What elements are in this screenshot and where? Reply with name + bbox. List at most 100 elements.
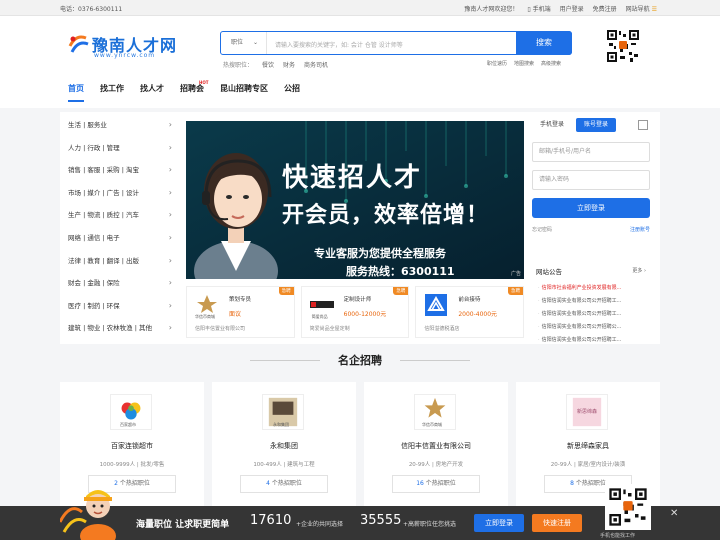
company-name[interactable]: 信阳丰信置业有限公司 [364, 441, 508, 451]
job-logo-text: 简爱尚品 [311, 314, 328, 319]
free-register-link[interactable]: 免费注册 [593, 4, 617, 13]
category-label[interactable]: 建筑 | 物业 | 农林牧渔 | 其他 [68, 324, 152, 332]
notice-item[interactable]: 信阳信润实业有限公司公开招聘工... [538, 297, 646, 310]
banner-subtitle: 开会员，效率倍增！ [282, 203, 490, 228]
company-size: 20-99人 [408, 462, 431, 468]
nav-job-fair[interactable]: 招聘会 HOT [172, 80, 212, 102]
notice-more-link[interactable]: 更多 › [632, 267, 646, 274]
category-label[interactable]: 销售 | 客服 | 采购 | 淘宝 [68, 166, 139, 174]
search-category-select[interactable]: 职位 ⌄ [221, 32, 267, 54]
job-title[interactable]: 前台接待 [458, 295, 480, 303]
tab-phone-login[interactable]: 手机登录 [532, 118, 572, 132]
notice-item[interactable]: 信阳信润实业有限公司公开招聘公... [538, 323, 646, 336]
category-item[interactable]: 销售 | 客服 | 采购 | 淘宝 › [68, 163, 172, 186]
job-company: 信阳丰信置业有限公司 [195, 326, 246, 332]
company-count-label: +企业的共同选择 [296, 521, 344, 528]
nav-find-job[interactable]: 找工作 [92, 82, 132, 102]
nav-find-talent[interactable]: 找人才 [132, 82, 172, 102]
category-label[interactable]: 网络 | 通信 | 电子 [68, 234, 120, 242]
hot-jobs-button[interactable]: 4 个热招职位 [240, 475, 328, 493]
company-name[interactable]: 永和集团 [212, 441, 356, 451]
company-name[interactable]: 新思缔森家具 [516, 441, 660, 451]
search-link[interactable]: 高级搜索 [541, 60, 561, 67]
qr-login-icon[interactable] [638, 120, 648, 130]
job-count: 35555 [360, 513, 402, 528]
site-nav-link[interactable]: 网站导航 ☰ [626, 4, 657, 13]
search-input[interactable]: 请输入要搜索的关键字，如: 会计 仓管 设计师等 [275, 40, 403, 49]
hot-item[interactable]: 商务司机 [304, 60, 328, 69]
category-item[interactable]: 生产 | 物流 | 质控 | 汽车 › [68, 208, 172, 231]
hot-jobs-label: 个热招职位 [271, 480, 302, 487]
notice-item[interactable]: 信阳市社会福利产业投资发展有限... [538, 284, 646, 297]
notice-item[interactable]: 信阳信润实业有限公司公开招聘工... [538, 310, 646, 323]
category-item[interactable]: 网络 | 通信 | 电子 › [68, 231, 172, 254]
search-link[interactable]: 地图搜索 [514, 60, 534, 67]
nav-kunshan[interactable]: 昆山招聘专区 [212, 82, 276, 102]
promo-banner[interactable]: 快速招人才 开会员，效率倍增！ 专业客服为您提供全程服务 服务热线：630011… [186, 121, 524, 279]
bottom-login-button[interactable]: 立即登录 [474, 514, 524, 532]
chevron-right-icon: › [168, 142, 172, 152]
site-nav-label[interactable]: 网站导航 [626, 6, 650, 13]
company-industry: 家居/室内设计/装潢 [577, 462, 626, 468]
job-salary: 6000-12000元 [343, 311, 387, 318]
urgent-badge: 急聘 [508, 287, 524, 295]
company-meta: 1000-9999人 | 批发/零售 [99, 462, 165, 468]
category-label[interactable]: 生活 | 服务业 [68, 121, 107, 129]
category-label[interactable]: 人力 | 行政 | 管理 [68, 144, 120, 152]
job-card[interactable]: 前台接待 2000-4000元 信阳溢德税酒店 急聘 [415, 286, 525, 338]
password-field[interactable]: 请输入密码 [532, 170, 650, 190]
category-label[interactable]: 财会 | 金融 | 保险 [68, 279, 120, 287]
job-card[interactable]: 简爱尚品 定制设计师 6000-12000元 简爱尚品全屋定制 急聘 [300, 286, 410, 338]
category-label[interactable]: 医疗 | 制药 | 环保 [68, 302, 120, 310]
login-panel: 手机登录 账号登录 邮箱/手机号/用户名 请输入密码 立即登录 忘记密码 注册账… [532, 116, 650, 242]
nav-home[interactable]: 首页 [60, 82, 92, 102]
section-title: 名企招聘 [338, 354, 382, 367]
bottom-register-button[interactable]: 快速注册 [532, 514, 582, 532]
chevron-right-icon: › [168, 210, 172, 220]
urgent-badge: 急聘 [393, 287, 409, 295]
nav-public[interactable]: 公招 [276, 82, 308, 102]
category-item[interactable]: 财会 | 金融 | 保险 › [68, 276, 172, 299]
promo-slogan: 海量职位 让求职更简单 [136, 520, 230, 530]
category-item[interactable]: 建筑 | 物业 | 农林牧渔 | 其他 › [68, 321, 172, 344]
search-button[interactable]: 搜索 [516, 31, 572, 55]
hot-item[interactable]: 财务 [283, 60, 295, 69]
notice-item[interactable]: 信阳信润实业有限公司公开招聘工... [538, 336, 646, 349]
category-item[interactable]: 人力 | 行政 | 管理 › [68, 141, 172, 164]
account-field[interactable]: 邮箱/手机号/用户名 [532, 142, 650, 162]
close-icon[interactable]: ✕ [670, 508, 678, 519]
company-meta: 20-99人 | 房地产开发 [408, 462, 464, 468]
notice-more-label[interactable]: 更多 [632, 268, 642, 274]
company-name[interactable]: 百家连锁超市 [60, 441, 204, 451]
register-link[interactable]: 注册账号 [630, 226, 650, 233]
chevron-right-icon: › [168, 232, 172, 242]
hot-item[interactable]: 餐饮 [262, 60, 274, 69]
company-card[interactable]: 永和集团 永和集团 100-499人 | 建筑与工程 4 个热招职位 [212, 382, 356, 510]
tab-account-login[interactable]: 账号登录 [576, 118, 617, 132]
hot-jobs-button[interactable]: 16 个热招职位 [392, 475, 480, 493]
category-label[interactable]: 市场 | 媒介 | 广告 | 设计 [68, 189, 139, 197]
category-label[interactable]: 法律 | 教育 | 翻译 | 出版 [68, 257, 139, 265]
job-title[interactable]: 策划专员 [229, 295, 251, 303]
company-logo-text: 华信币商城 [422, 422, 442, 427]
category-item[interactable]: 法律 | 教育 | 翻译 | 出版 › [68, 254, 172, 277]
category-item[interactable]: 医疗 | 制药 | 环保 › [68, 299, 172, 322]
job-card[interactable]: 华信币商城 策划专员 面议 信阳丰信置业有限公司 急聘 [186, 286, 295, 338]
hot-jobs-label: 个热招职位 [575, 480, 606, 487]
forgot-password-link[interactable]: 忘记密码 [532, 226, 552, 233]
search-link[interactable]: 职位速历 [487, 60, 507, 67]
category-item[interactable]: 生活 | 服务业 › [68, 118, 172, 141]
company-meta: 100-499人 | 建筑与工程 [253, 462, 315, 468]
job-title[interactable]: 定制设计师 [344, 295, 372, 303]
company-card[interactable]: 华信币商城 信阳丰信置业有限公司 20-99人 | 房地产开发 16 个热招职位 [364, 382, 508, 510]
login-button[interactable]: 立即登录 [532, 198, 650, 218]
company-industry: 房地产开发 [435, 462, 464, 468]
mobile-link[interactable]: ▯ 手机端 [527, 4, 550, 13]
site-logo[interactable]: 豫南人才网 www.ynrcw.com [66, 30, 176, 64]
user-login-link[interactable]: 用户登录 [560, 4, 584, 13]
mobile-link-label[interactable]: 手机端 [533, 6, 551, 13]
login-tabs: 手机登录 账号登录 [532, 118, 617, 132]
category-label[interactable]: 生产 | 物流 | 质控 | 汽车 [68, 211, 139, 219]
phone-text: 电话：0376-6300111 [60, 6, 123, 13]
category-item[interactable]: 市场 | 媒介 | 广告 | 设计 › [68, 186, 172, 209]
